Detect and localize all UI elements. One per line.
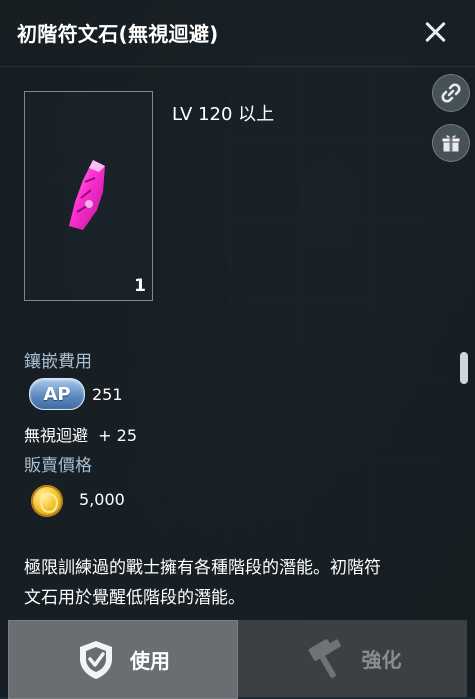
item-icon-frame: 1: [24, 91, 153, 301]
scrollbar-thumb[interactable]: [460, 352, 468, 384]
inlay-cost-amount: 251: [92, 385, 123, 404]
item-description: 極限訓練過的戰士擁有各種階段的潛能。初階符 文石用於覺醒低階段的潛能。: [24, 553, 454, 613]
use-button[interactable]: 使用: [8, 620, 238, 699]
item-title: 初階符文石(無視迴避): [17, 22, 219, 46]
enhance-button-label: 強化: [361, 648, 402, 672]
gift-button[interactable]: [432, 124, 470, 162]
close-icon[interactable]: [420, 17, 450, 47]
ap-currency-icon: AP: [29, 378, 85, 410]
shield-check-icon: [80, 640, 112, 679]
enhance-button[interactable]: 強化: [238, 620, 467, 697]
item-tooltip-panel: 初階符文石(無視迴避) 1 LV 120 以上 鑲嵌費用 AP 251 無視迴避…: [0, 0, 475, 699]
gift-box-icon: [441, 134, 461, 153]
description-line-1: 極限訓練過的戰士擁有各種階段的潛能。初階符: [24, 558, 381, 578]
pink-rune-stone-icon: [69, 160, 105, 230]
item-count: 1: [134, 276, 146, 296]
level-requirement: LV 120 以上: [172, 104, 275, 125]
inlay-cost-label: 鑲嵌費用: [24, 352, 92, 372]
link-button[interactable]: [432, 74, 470, 112]
sell-price-label: 販賣價格: [24, 456, 92, 476]
hammer-icon: [308, 638, 341, 678]
description-line-2: 文石用於覺醒低階段的潛能。: [24, 588, 245, 608]
link-icon: [441, 83, 461, 103]
sell-price-amount: 5,000: [79, 490, 125, 509]
gold-coin-icon: [31, 485, 63, 517]
stat-ignore-evasion: 無視迴避 + 25: [24, 426, 138, 445]
use-button-label: 使用: [130, 649, 170, 673]
tooltip-header: 初階符文石(無視迴避): [0, 0, 475, 67]
